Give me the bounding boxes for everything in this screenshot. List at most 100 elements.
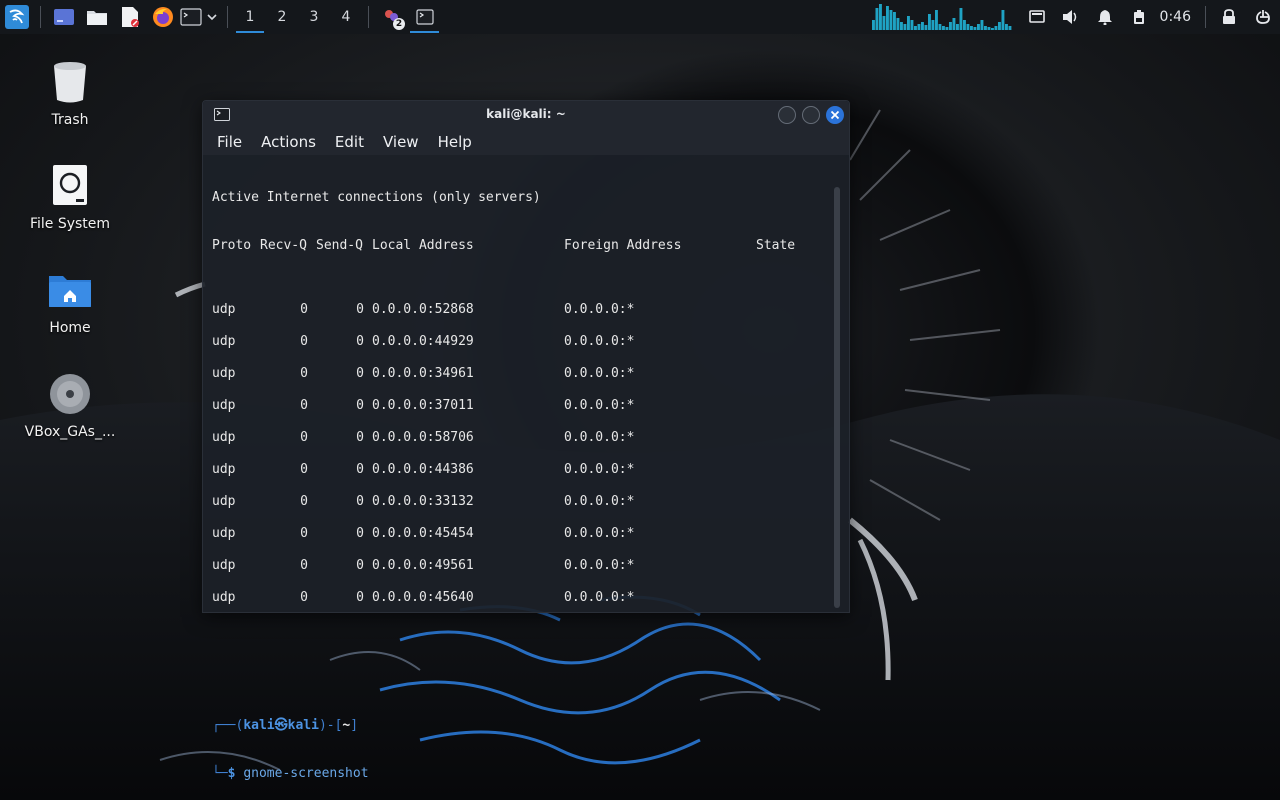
desktop-icon-home[interactable]: Home xyxy=(15,266,125,336)
clock[interactable]: 0:46 xyxy=(1156,9,1199,25)
cell-local-address: 0.0.0.0:37011 xyxy=(372,398,474,413)
cell-send-q: 0 xyxy=(356,334,364,349)
lock-icon xyxy=(1223,9,1235,24)
file-manager-launcher[interactable] xyxy=(80,0,113,34)
minimize-button[interactable] xyxy=(778,106,796,124)
cell-local-address: 0.0.0.0:44386 xyxy=(372,462,474,477)
cell-local-address: 0.0.0.0:49561 xyxy=(372,558,474,573)
prompt-line-1: ┌──(kali㉿kali)-[~] xyxy=(212,718,832,734)
connection-row: udp 0 0 0.0.0.0:33132 0.0.0.0:* xyxy=(212,494,832,510)
show-desktop-button[interactable] xyxy=(47,0,80,34)
menu-help[interactable]: Help xyxy=(428,133,481,151)
connection-row: udp 0 0 0.0.0.0:52868 0.0.0.0:* xyxy=(212,302,832,318)
col-proto: Proto xyxy=(212,238,252,253)
connection-row: udp 0 0 0.0.0.0:34961 0.0.0.0:* xyxy=(212,366,832,382)
cell-send-q: 0 xyxy=(356,590,364,605)
terminal-icon xyxy=(415,9,434,25)
desktop-icon-vbox[interactable]: VBox_GAs_... xyxy=(15,370,125,440)
cell-local-address: 0.0.0.0:52868 xyxy=(372,302,474,317)
text-editor-icon xyxy=(121,7,139,27)
maximize-button[interactable] xyxy=(802,106,820,124)
task-terminal-window[interactable] xyxy=(408,0,441,34)
close-button[interactable] xyxy=(826,106,844,124)
cell-recv-q: 0 xyxy=(300,302,308,317)
cell-local-address: 0.0.0.0:45454 xyxy=(372,526,474,541)
col-foreign-address: Foreign Address xyxy=(564,238,682,253)
cell-local-address: 0.0.0.0:33132 xyxy=(372,494,474,509)
panel-separator xyxy=(227,6,228,28)
desktop-icon-label: File System xyxy=(29,216,111,232)
prompt-dollar: $ xyxy=(227,766,236,781)
cell-send-q: 0 xyxy=(356,366,364,381)
cell-recv-q: 0 xyxy=(300,462,308,477)
cell-proto: udp xyxy=(212,558,236,573)
firefox-icon xyxy=(152,7,173,27)
workspace-3[interactable]: 3 xyxy=(298,0,330,34)
cell-proto: udp xyxy=(212,526,236,541)
prompt-corner-top: ┌── xyxy=(212,718,236,733)
connection-row: udp 0 0 0.0.0.0:44386 0.0.0.0:* xyxy=(212,462,832,478)
bell-icon xyxy=(1097,10,1112,25)
chevron-down-icon xyxy=(207,13,217,20)
cell-recv-q: 0 xyxy=(300,558,308,573)
panel-separator xyxy=(368,6,369,28)
workspace-1[interactable]: 1 xyxy=(234,0,266,34)
notifications-tray-button[interactable] xyxy=(1088,0,1122,34)
folder-icon xyxy=(86,11,107,25)
close-icon xyxy=(830,110,840,120)
prompt-command: gnome-screenshot xyxy=(243,766,369,781)
home-folder-icon xyxy=(46,266,94,314)
cpu-graph[interactable] xyxy=(871,4,1012,30)
terminal-launcher-dropdown[interactable] xyxy=(203,0,221,34)
menu-edit[interactable]: Edit xyxy=(325,133,373,151)
lock-screen-button[interactable] xyxy=(1212,0,1246,34)
output-heading: Active Internet connections (only server… xyxy=(212,190,541,205)
trash-icon xyxy=(46,58,94,106)
cell-recv-q: 0 xyxy=(300,494,308,509)
cell-foreign-address: 0.0.0.0:* xyxy=(564,526,635,541)
cell-proto: udp xyxy=(212,430,236,445)
cell-foreign-address: 0.0.0.0:* xyxy=(564,590,635,605)
window-title: kali@kali: ~ xyxy=(486,107,566,121)
desktop-icon-file-system[interactable]: File System xyxy=(15,162,125,232)
cell-send-q: 0 xyxy=(356,558,364,573)
menu-actions[interactable]: Actions xyxy=(251,133,325,151)
terminal-output[interactable]: Active Internet connections (only server… xyxy=(212,158,832,781)
workspace-4[interactable]: 4 xyxy=(330,0,362,34)
power-tray-button[interactable] xyxy=(1122,0,1156,34)
cell-recv-q: 0 xyxy=(300,590,308,605)
cell-foreign-address: 0.0.0.0:* xyxy=(564,494,635,509)
volume-tray-button[interactable] xyxy=(1054,0,1088,34)
workspace-2[interactable]: 2 xyxy=(266,0,298,34)
cell-send-q: 0 xyxy=(356,430,364,445)
menu-view[interactable]: View xyxy=(373,133,428,151)
display-tray-button[interactable] xyxy=(1020,0,1054,34)
cell-send-q: 0 xyxy=(356,494,364,509)
terminal-window[interactable]: kali@kali: ~ File Actions Edit View Help… xyxy=(202,100,850,781)
cell-send-q: 0 xyxy=(356,462,364,477)
terminal-launcher[interactable] xyxy=(179,0,203,34)
scrollbar[interactable] xyxy=(834,187,840,608)
task-group-button[interactable]: 2 xyxy=(375,0,408,34)
terminal-icon xyxy=(180,8,202,26)
desktop-icon-label: VBox_GAs_... xyxy=(24,424,116,440)
cell-foreign-address: 0.0.0.0:* xyxy=(564,398,635,413)
cell-recv-q: 0 xyxy=(300,398,308,413)
kali-dragon-icon xyxy=(5,5,29,29)
cell-local-address: 0.0.0.0:58706 xyxy=(372,430,474,445)
prompt-paren: (kali㉿kali) xyxy=(235,718,327,733)
firefox-launcher[interactable] xyxy=(146,0,179,34)
cell-proto: udp xyxy=(212,590,236,605)
connection-list: udp 0 0 0.0.0.0:52868 0.0.0.0:* udp 0 0 0.0.0.0:… xyxy=(212,286,832,606)
kali-menu-button[interactable] xyxy=(0,0,34,34)
logout-button[interactable] xyxy=(1246,0,1280,34)
text-editor-launcher[interactable] xyxy=(113,0,146,34)
panel-separator xyxy=(40,6,41,28)
menu-file[interactable]: File xyxy=(207,133,251,151)
desktop-icon-trash[interactable]: Trash xyxy=(15,58,125,128)
cell-local-address: 0.0.0.0:44929 xyxy=(372,334,474,349)
window-titlebar[interactable]: kali@kali: ~ xyxy=(203,101,849,129)
